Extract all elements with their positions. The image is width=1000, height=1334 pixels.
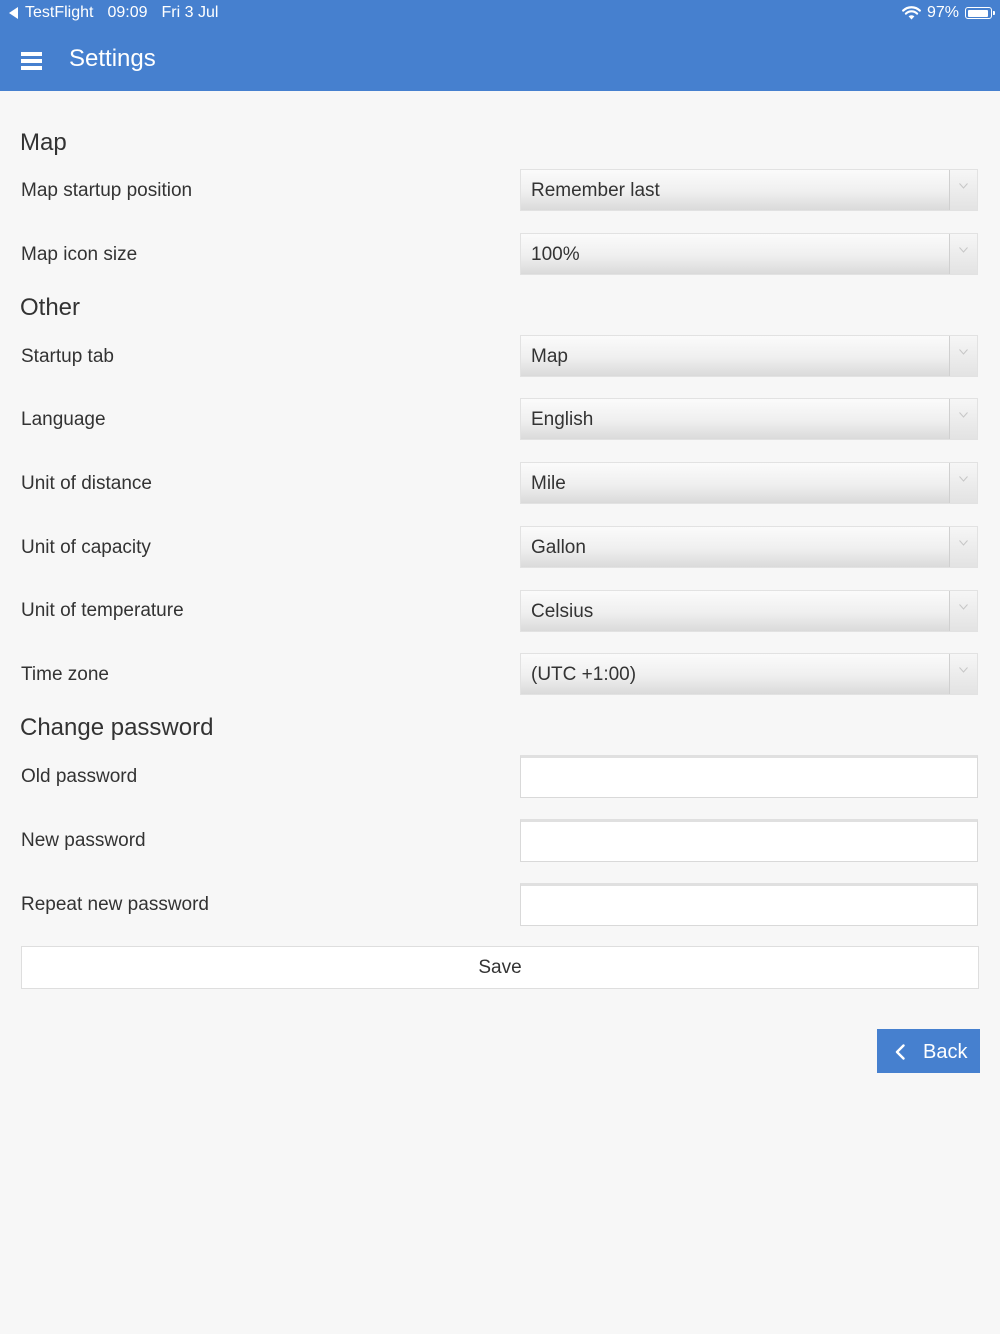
select-value: (UTC +1:00) (531, 664, 637, 685)
chevron-down-icon (949, 654, 977, 694)
old-password-field[interactable] (520, 755, 978, 798)
status-bar-left[interactable]: TestFlight 09:09 Fri 3 Jul (9, 4, 218, 22)
select-startup-tab[interactable]: Map (520, 335, 978, 377)
select-value: Celsius (531, 601, 594, 622)
label-new-password: New password (21, 830, 146, 851)
chevron-left-icon (895, 1043, 905, 1066)
select-value: Gallon (531, 537, 586, 558)
chevron-down-icon (949, 336, 977, 376)
chevron-down-icon (949, 170, 977, 210)
battery-percentage: 97% (926, 4, 959, 21)
status-time: 09:09 (107, 4, 148, 21)
select-value: English (531, 409, 594, 430)
back-button[interactable]: Back (877, 1029, 980, 1073)
label-repeat-new-password: Repeat new password (21, 894, 209, 915)
save-button[interactable]: Save (21, 946, 979, 989)
select-language[interactable]: English (520, 398, 978, 440)
select-unit-of-temperature[interactable]: Celsius (520, 590, 978, 632)
section-title-map: Map (20, 129, 67, 156)
back-to-app-icon (9, 7, 18, 19)
select-map-startup-position[interactable]: Remember last (520, 169, 978, 211)
label-unit-of-temperature: Unit of temperature (21, 600, 184, 621)
repeat-new-password-field[interactable] (520, 883, 978, 926)
status-bar: TestFlight 09:09 Fri 3 Jul 97% (0, 0, 1000, 26)
chevron-down-icon (949, 399, 977, 439)
back-button-label: Back (923, 1041, 968, 1063)
section-title-change-password: Change password (20, 714, 214, 741)
status-app-name: TestFlight (25, 4, 94, 21)
label-language: Language (21, 409, 106, 430)
select-value: Map (531, 346, 568, 367)
select-value: 100% (531, 244, 580, 265)
chevron-down-icon (949, 463, 977, 503)
section-title-other: Other (20, 294, 81, 321)
select-unit-of-capacity[interactable]: Gallon (520, 526, 978, 568)
select-time-zone[interactable]: (UTC +1:00) (520, 653, 978, 695)
page-title: Settings (69, 45, 156, 72)
label-unit-of-distance: Unit of distance (21, 473, 152, 494)
status-date: Fri 3 Jul (161, 4, 219, 21)
status-bar-right: 97% (902, 4, 995, 22)
select-unit-of-distance[interactable]: Mile (520, 462, 978, 504)
label-map-icon-size: Map icon size (21, 244, 138, 265)
select-map-icon-size[interactable]: 100% (520, 233, 978, 275)
label-time-zone: Time zone (21, 664, 109, 685)
select-value: Mile (531, 473, 566, 494)
chevron-down-icon (949, 234, 977, 274)
battery-icon (965, 7, 995, 19)
label-map-startup-position: Map startup position (21, 180, 193, 201)
app-header: TestFlight 09:09 Fri 3 Jul 97% Settings (0, 0, 1000, 91)
label-unit-of-capacity: Unit of capacity (21, 537, 151, 558)
wifi-icon (902, 6, 921, 20)
select-value: Remember last (531, 180, 660, 201)
label-old-password: Old password (21, 766, 138, 787)
hamburger-menu-icon[interactable] (21, 51, 42, 70)
label-startup-tab: Startup tab (21, 346, 114, 367)
chevron-down-icon (949, 527, 977, 567)
chevron-down-icon (949, 591, 977, 631)
new-password-field[interactable] (520, 819, 978, 862)
